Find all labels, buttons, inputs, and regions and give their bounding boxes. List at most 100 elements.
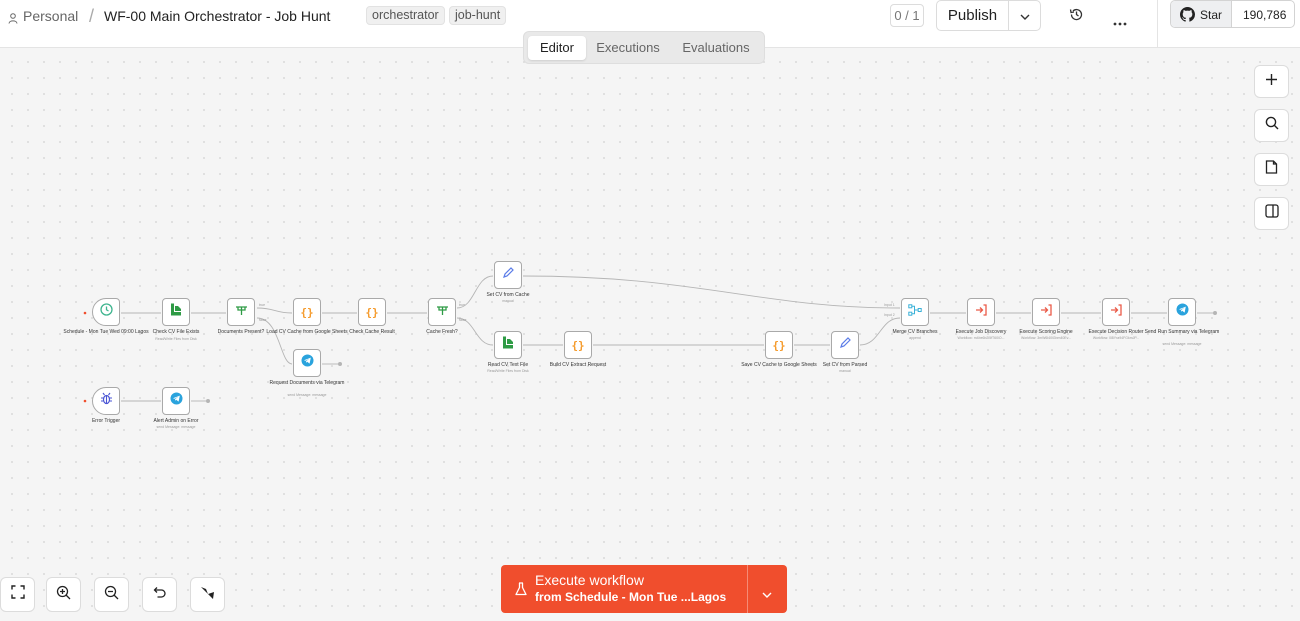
breadcrumb-separator: / (89, 6, 95, 26)
tab-evaluations[interactable]: Evaluations (672, 36, 760, 60)
node-schedule-trigger[interactable] (92, 298, 120, 326)
node-label: Cache Fresh? (426, 329, 458, 335)
node-subtitle: Workflow: 0l8Yra94FGkmJP... (1092, 336, 1140, 340)
publish-button[interactable]: Publish (936, 0, 1009, 31)
node-subtitle: send Message: message (156, 425, 196, 429)
execute-options-button[interactable] (762, 585, 772, 603)
node-label: Request Documents via Telegram (269, 380, 345, 386)
workflow-name[interactable]: WF-00 Main Orchestrator - Job Hunt (104, 0, 330, 32)
execute-icon (1110, 303, 1122, 321)
execute-title: Execute workflow (535, 572, 644, 588)
github-icon (1180, 7, 1195, 27)
node-subtitle: send Message: message (287, 393, 327, 397)
node-send-run-summary[interactable] (1168, 298, 1196, 326)
node-request-documents[interactable] (293, 349, 321, 377)
node-label: Alert Admin on Error (153, 418, 199, 424)
counter-label: 0 / 1 (894, 8, 920, 23)
sticky-note-button[interactable] (1254, 153, 1289, 186)
zoom-in-icon (56, 585, 71, 605)
history-icon[interactable] (1069, 7, 1084, 27)
toggle-panel-button[interactable] (1254, 197, 1289, 230)
header-divider (1157, 0, 1158, 48)
chevron-down-icon (762, 585, 772, 602)
more-options-icon[interactable] (1113, 13, 1127, 31)
code-icon: {} (772, 338, 786, 352)
code-icon: {} (365, 305, 379, 319)
execute-divider (747, 565, 748, 613)
execute-subtitle: from Schedule - Mon Tue ...Lagos (535, 590, 727, 604)
zoom-out-icon (104, 585, 119, 605)
tidy-up-button[interactable] (190, 577, 225, 612)
tag-job-hunt[interactable]: job-hunt (449, 6, 507, 25)
tab-editor[interactable]: Editor (528, 36, 586, 60)
add-node-button[interactable] (1254, 65, 1289, 98)
node-set-cv-from-cache[interactable] (494, 261, 522, 289)
execute-icon (1040, 303, 1052, 321)
node-execute-scoring-engine[interactable] (1032, 298, 1060, 326)
node-execute-job-discovery[interactable] (967, 298, 995, 326)
tag-orchestrator[interactable]: orchestrator (366, 6, 445, 25)
node-error-trigger[interactable] (92, 387, 120, 415)
if-icon (436, 303, 449, 321)
telegram-icon (1176, 303, 1189, 321)
node-subtitle: Read/Write Files from Disk (155, 337, 197, 341)
version-counter[interactable]: 0 / 1 (890, 4, 924, 27)
note-icon (1265, 160, 1278, 179)
zoom-in-button[interactable] (46, 577, 81, 612)
pencil-icon (502, 266, 514, 284)
node-label: Build CV Extract Request (549, 362, 607, 368)
execute-workflow-button[interactable]: Execute workflow from Schedule - Mon Tue… (501, 565, 787, 613)
tab-executions[interactable]: Executions (588, 36, 668, 60)
node-set-cv-from-parsed[interactable] (831, 331, 859, 359)
telegram-icon (301, 354, 314, 372)
zoom-out-button[interactable] (94, 577, 129, 612)
undo-icon (153, 586, 167, 604)
node-save-cv-cache[interactable]: {} (765, 331, 793, 359)
panel-icon (1264, 204, 1279, 223)
pencil-icon (839, 336, 851, 354)
github-star-count: 190,786 (1243, 8, 1287, 22)
search-nodes-button[interactable] (1254, 109, 1289, 142)
code-icon: {} (300, 305, 314, 319)
node-documents-present[interactable] (227, 298, 255, 326)
publish-label: Publish (947, 7, 998, 24)
github-star-button[interactable]: Star (1171, 1, 1232, 27)
node-execute-decision-router[interactable] (1102, 298, 1130, 326)
merge-icon (908, 303, 922, 321)
node-build-cv-extract-request[interactable]: {} (564, 331, 592, 359)
file-icon (502, 336, 514, 354)
node-label: Send Run Summary via Telegram (1144, 329, 1220, 335)
node-subtitle: Read/Write Files from Disk (487, 369, 529, 373)
node-read-cv-text-file[interactable] (494, 331, 522, 359)
user-icon (8, 11, 18, 29)
search-icon (1265, 116, 1279, 135)
node-alert-admin[interactable] (162, 387, 190, 415)
code-icon: {} (571, 338, 585, 352)
node-check-cache-result[interactable]: {} (358, 298, 386, 326)
breadcrumb-project[interactable]: Personal (23, 0, 78, 32)
chevron-down-icon (1020, 7, 1030, 25)
plus-icon (1265, 73, 1278, 91)
view-tabs: Editor Executions Evaluations (523, 31, 765, 64)
bug-icon (100, 392, 113, 410)
flask-icon (515, 582, 527, 601)
node-subtitle: manual (839, 369, 851, 373)
node-label: Set CV from Parsed (822, 362, 868, 368)
reset-zoom-button[interactable] (142, 577, 177, 612)
node-merge-cv-branches[interactable] (901, 298, 929, 326)
file-icon (170, 303, 182, 321)
node-cache-fresh[interactable] (428, 298, 456, 326)
github-star-widget[interactable]: Star 190,786 (1170, 0, 1295, 28)
node-load-cv-cache[interactable]: {} (293, 298, 321, 326)
clock-icon (99, 303, 113, 321)
broom-icon (200, 585, 215, 605)
fit-view-icon (10, 585, 25, 604)
node-check-cv-file[interactable] (162, 298, 190, 326)
node-label: Set CV from Cache (486, 292, 530, 298)
if-icon (235, 303, 248, 321)
node-subtitle: manual (502, 299, 514, 303)
publish-dropdown-button[interactable] (1008, 0, 1041, 31)
node-subtitle: send Message: message (1162, 342, 1202, 346)
execute-icon (975, 303, 987, 321)
fit-view-button[interactable] (0, 577, 35, 612)
